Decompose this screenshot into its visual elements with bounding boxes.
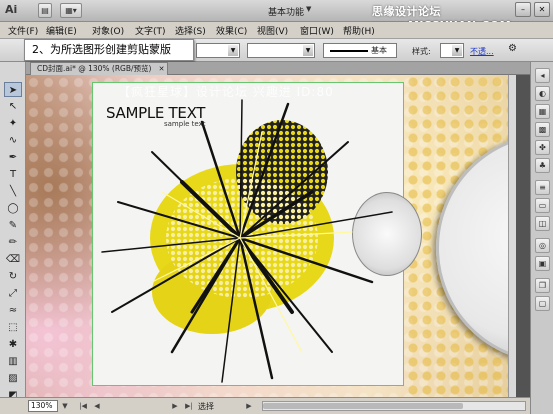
close-icon[interactable]: ✕ bbox=[534, 2, 550, 17]
warp-tool-icon[interactable]: ≈ bbox=[4, 303, 22, 318]
canvas[interactable]: SAMPLE TEXT sample text 【疯狂星球】设计论坛 兴趣进 I… bbox=[26, 75, 516, 397]
ellipse-tool-icon[interactable]: ◯ bbox=[4, 201, 22, 216]
status-bar: 130% ▼ |◀ ◀ ▶ ▶| 选择 ▶ bbox=[0, 397, 530, 414]
line-tool-icon[interactable]: ╲ bbox=[4, 184, 22, 199]
direct-selection-tool-icon[interactable]: ↖ bbox=[4, 99, 22, 114]
chevron-down-icon[interactable]: ▼ bbox=[60, 401, 70, 411]
magic-wand-tool-icon[interactable]: ✦ bbox=[4, 116, 22, 131]
horizontal-scrollbar[interactable] bbox=[262, 401, 526, 411]
document-tab-bar: CD封面.ai* @ 130% (RGB/预览) ✕ bbox=[26, 62, 530, 75]
title-bar: Ai ▤ ▦▾ 基本功能 ▼ 思缘设计论坛 www.MISSYUAN.COM –… bbox=[0, 0, 553, 32]
layers-panel-icon[interactable]: ❐ bbox=[535, 278, 550, 293]
menu-select[interactable]: 选择(S) bbox=[175, 24, 206, 37]
minimize-icon[interactable]: – bbox=[515, 2, 531, 17]
status-menu-icon[interactable]: ▶ bbox=[244, 401, 254, 411]
color-panel-icon[interactable]: ◐ bbox=[535, 86, 550, 101]
pen-tool-icon[interactable]: ✒ bbox=[4, 150, 22, 165]
stroke-style-label: 基本 bbox=[371, 46, 387, 55]
artboards-panel-icon[interactable]: ▢ bbox=[535, 296, 550, 311]
menu-type[interactable]: 文字(T) bbox=[135, 24, 166, 37]
vertical-scrollbar[interactable] bbox=[508, 75, 516, 397]
chevron-down-icon[interactable]: ▼ bbox=[303, 45, 313, 56]
appearance-panel-icon[interactable]: ◎ bbox=[535, 238, 550, 253]
chevron-down-icon[interactable]: ▼ bbox=[452, 45, 462, 56]
symbols-panel-icon[interactable]: ♣ bbox=[535, 158, 550, 173]
color-guide-icon[interactable]: ▦ bbox=[535, 104, 550, 119]
bridge-icon[interactable]: ▤ bbox=[38, 3, 52, 18]
step-callout: 2、为所选图形创建剪贴蒙版 bbox=[24, 39, 194, 61]
graphic-style-picker[interactable]: ▼ bbox=[440, 43, 464, 58]
menu-file[interactable]: 文件(F) bbox=[8, 24, 38, 37]
menu-window[interactable]: 窗口(W) bbox=[300, 24, 334, 37]
transparency-panel-icon[interactable]: ◫ bbox=[535, 216, 550, 231]
menu-bar: 文件(F) 编辑(E) 对象(O) 文字(T) 选择(S) 效果(C) 视图(V… bbox=[0, 22, 553, 39]
variable-width-profile[interactable]: ▼ bbox=[247, 43, 315, 58]
document-tab-label: CD封面.ai* @ 130% (RGB/预览) bbox=[37, 64, 152, 73]
stroke-panel-icon[interactable]: ≡ bbox=[535, 180, 550, 195]
burst-artwork[interactable] bbox=[92, 82, 404, 386]
arrange-documents-button[interactable]: ▦▾ bbox=[60, 3, 82, 18]
brush-definition-field[interactable]: 基本 bbox=[323, 43, 397, 58]
lasso-tool-icon[interactable]: ∿ bbox=[4, 133, 22, 148]
free-transform-tool-icon[interactable]: ⬚ bbox=[4, 320, 22, 335]
swatches-panel-icon[interactable]: ▩ bbox=[535, 122, 550, 137]
menu-edit[interactable]: 编辑(E) bbox=[46, 24, 77, 37]
status-text: 选择 bbox=[198, 402, 214, 411]
pencil-tool-icon[interactable]: ✏ bbox=[4, 235, 22, 250]
menu-view[interactable]: 视图(V) bbox=[257, 24, 288, 37]
tools-panel: ➤ ↖ ✦ ∿ ✒ T ╲ ◯ ✎ ✏ ⌫ ↻ ⤢ ≈ ⬚ ✱ ▥ ▨ ◩ bbox=[0, 62, 26, 401]
zoom-field[interactable]: 130% bbox=[28, 400, 58, 412]
chevron-down-icon[interactable]: ▼ bbox=[228, 45, 238, 56]
chevron-down-icon[interactable]: ▼ bbox=[306, 5, 311, 13]
workspace-switcher[interactable]: 基本功能 bbox=[268, 5, 304, 18]
gradient-tool-icon[interactable]: ▨ bbox=[4, 371, 22, 386]
previous-artboard-icon[interactable]: ◀ bbox=[92, 401, 102, 411]
app-logo: Ai bbox=[5, 3, 18, 16]
menu-effect[interactable]: 效果(C) bbox=[216, 24, 247, 37]
style-label: 样式: bbox=[412, 47, 431, 56]
first-artboard-icon[interactable]: |◀ bbox=[78, 401, 88, 411]
illustrator-window: Ai ▤ ▦▾ 基本功能 ▼ 思缘设计论坛 www.MISSYUAN.COM –… bbox=[0, 0, 553, 414]
eraser-tool-icon[interactable]: ⌫ bbox=[4, 252, 22, 267]
close-icon[interactable]: ✕ bbox=[159, 63, 165, 75]
canvas-watermark: 【疯狂星球】设计论坛 兴趣进 ID:80 bbox=[118, 85, 334, 99]
rotate-tool-icon[interactable]: ↻ bbox=[4, 269, 22, 284]
stroke-preview bbox=[330, 50, 368, 52]
scale-tool-icon[interactable]: ⤢ bbox=[4, 286, 22, 301]
type-tool-icon[interactable]: T bbox=[4, 167, 22, 182]
document-tab[interactable]: CD封面.ai* @ 130% (RGB/预览) ✕ bbox=[30, 62, 169, 75]
brushes-panel-icon[interactable]: ✤ bbox=[535, 140, 550, 155]
opacity-link[interactable]: 不透... bbox=[470, 46, 494, 57]
menu-help[interactable]: 帮助(H) bbox=[343, 24, 375, 37]
artwork-subtitle[interactable]: sample text bbox=[164, 120, 206, 128]
paintbrush-tool-icon[interactable]: ✎ bbox=[4, 218, 22, 233]
next-artboard-icon[interactable]: ▶ bbox=[170, 401, 180, 411]
selection-tool-icon[interactable]: ➤ bbox=[4, 82, 22, 97]
menu-object[interactable]: 对象(O) bbox=[92, 24, 124, 37]
last-artboard-icon[interactable]: ▶| bbox=[184, 401, 194, 411]
graph-tool-icon[interactable]: ▥ bbox=[4, 354, 22, 369]
expand-panels-icon[interactable]: ◂ bbox=[535, 68, 550, 83]
graphic-styles-panel-icon[interactable]: ▣ bbox=[535, 256, 550, 271]
gradient-panel-icon[interactable]: ▭ bbox=[535, 198, 550, 213]
horizontal-scroll-thumb[interactable] bbox=[263, 403, 463, 409]
symbol-sprayer-tool-icon[interactable]: ✱ bbox=[4, 337, 22, 352]
right-panel-dock: ◂ ◐ ▦ ▩ ✤ ♣ ≡ ▭ ◫ ◎ ▣ ❐ ▢ bbox=[530, 62, 553, 414]
stroke-weight-field[interactable]: ▼ bbox=[196, 43, 240, 58]
recolor-icon[interactable]: ⚙ bbox=[508, 43, 517, 54]
